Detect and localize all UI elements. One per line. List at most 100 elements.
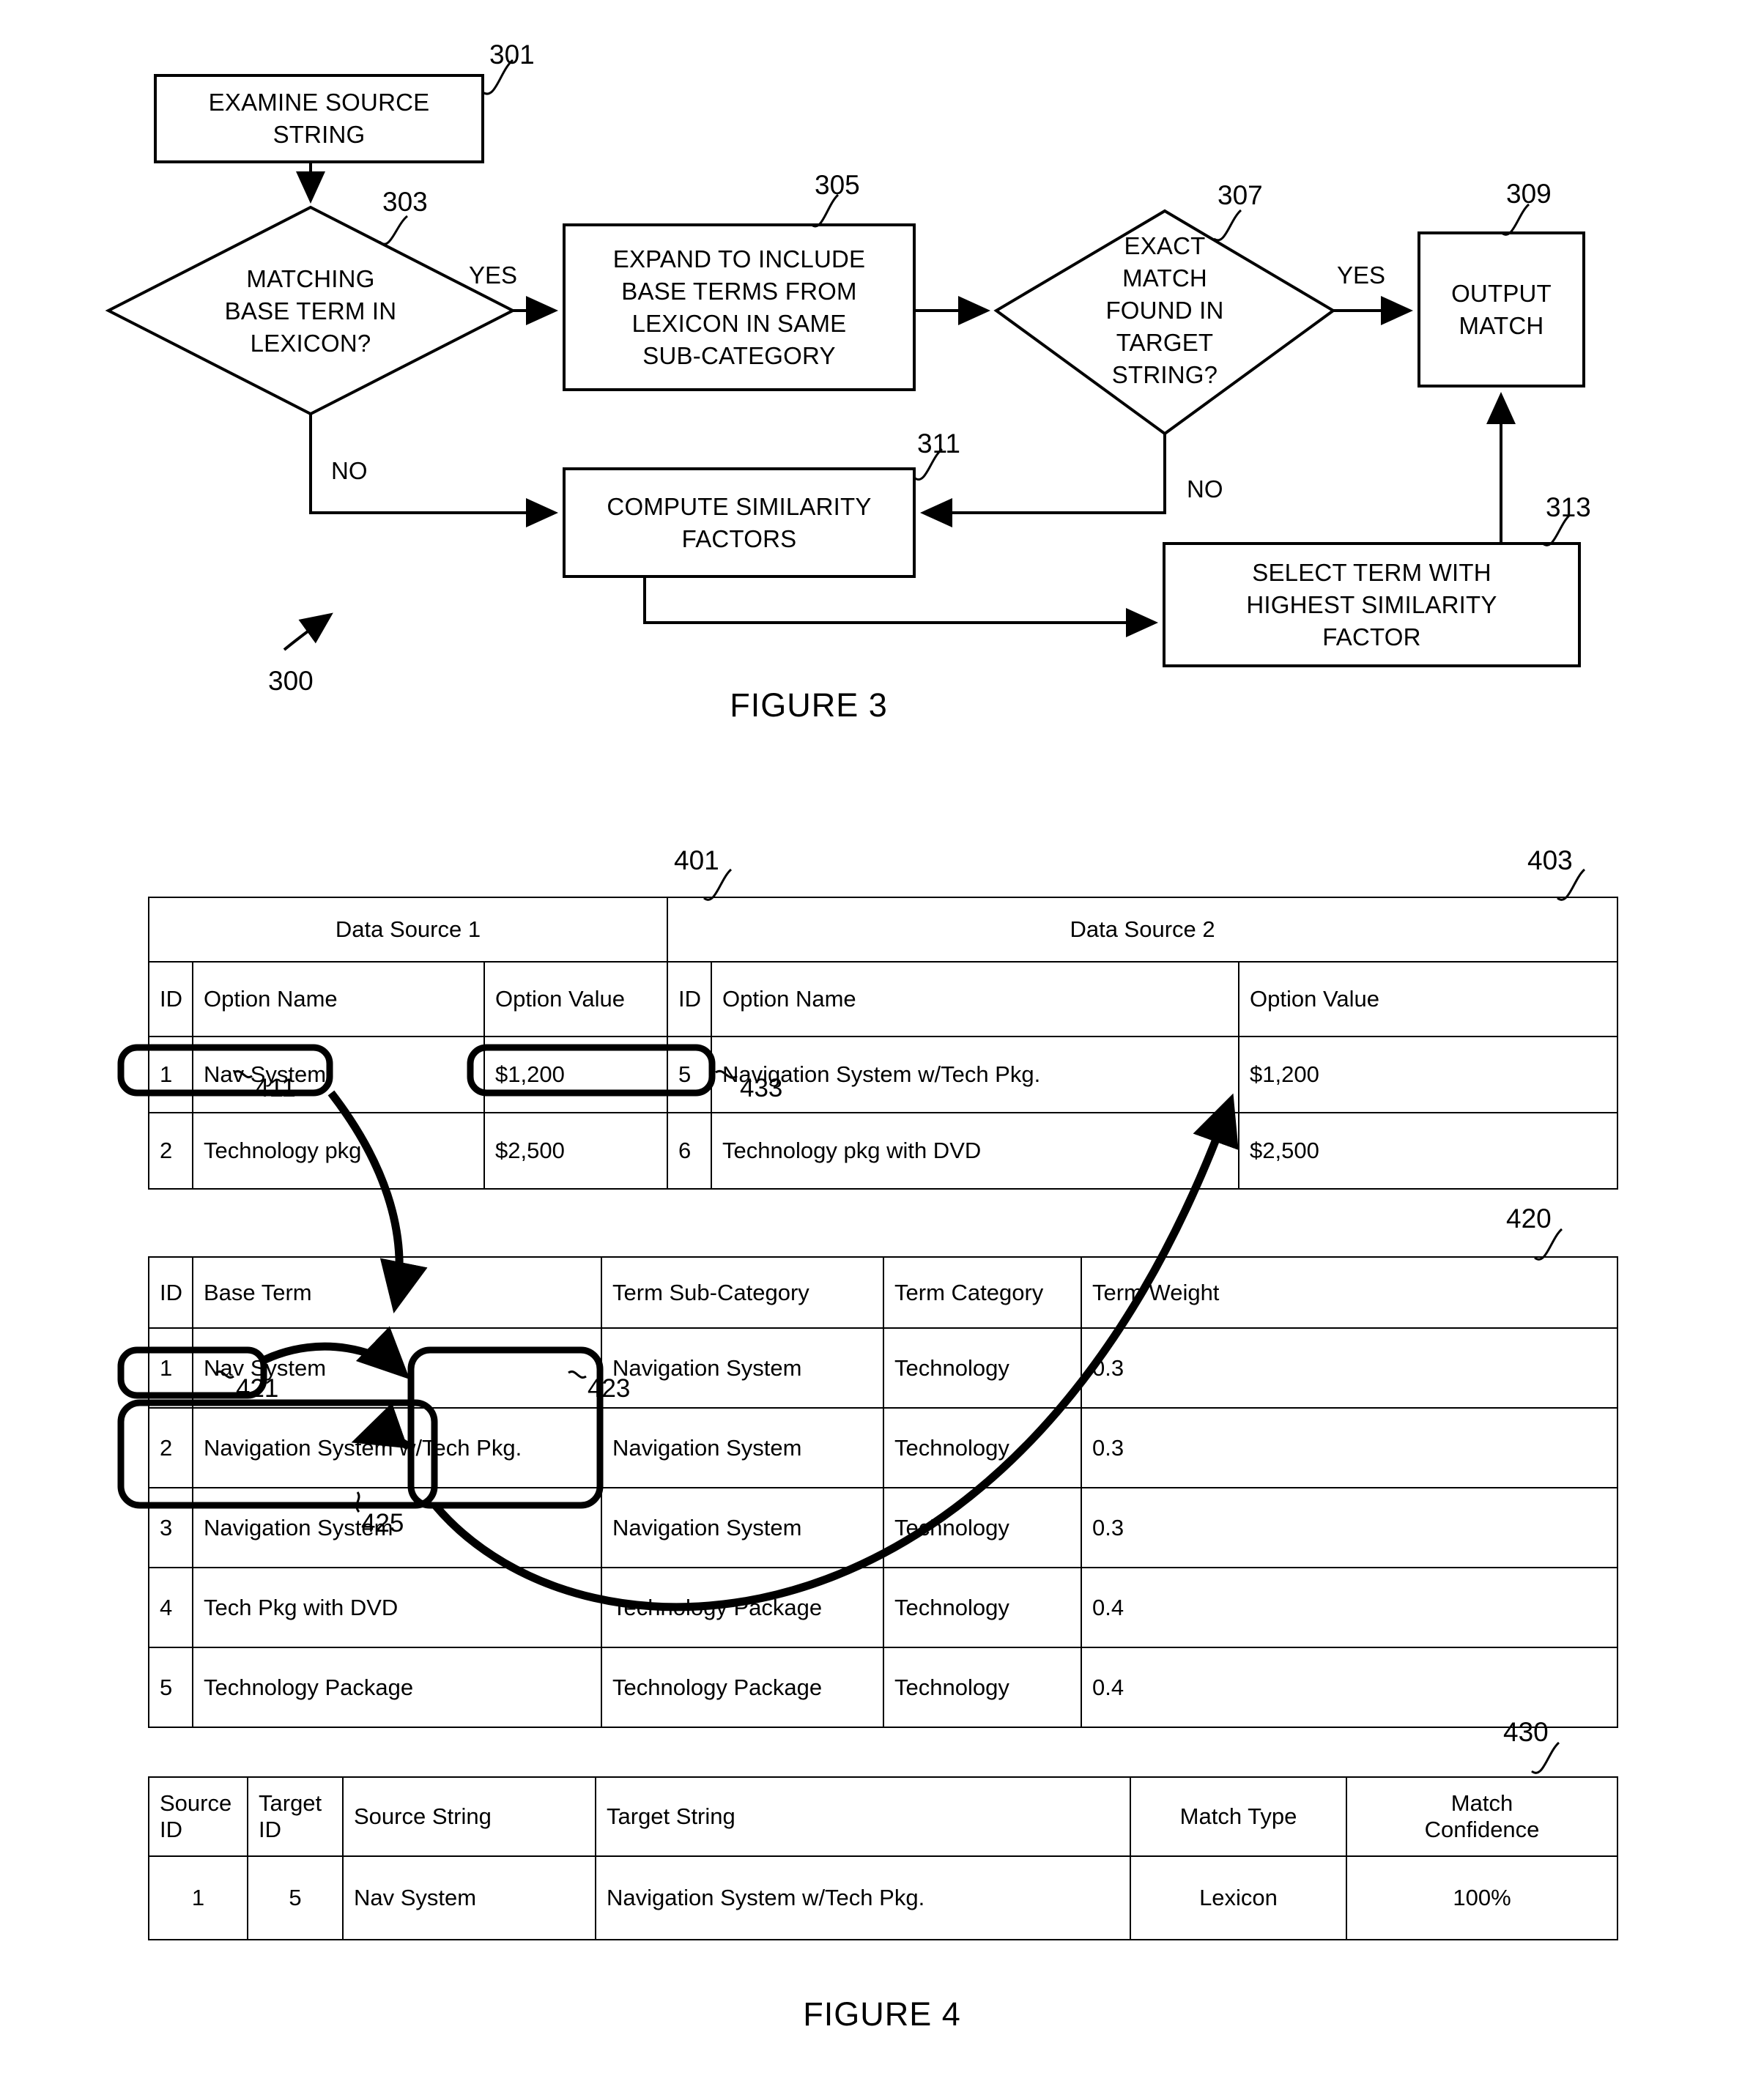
cell-target-id: 5 <box>247 1855 344 1940</box>
ref-numeral-301: 301 <box>489 40 535 70</box>
ref-numeral-309: 309 <box>1506 179 1552 209</box>
col-header-ds2-option-name: Option Name <box>711 961 1240 1037</box>
match-column-header-row: Source ID Target ID Source String Target… <box>148 1776 1618 1857</box>
match-result-table: Source ID Target ID Source String Target… <box>148 1776 1618 1940</box>
cell-base-term: Navigation System w/Tech Pkg. <box>192 1407 602 1488</box>
table-row: 2 Navigation System w/Tech Pkg. Navigati… <box>148 1407 1618 1488</box>
cell-term-category: Technology <box>883 1327 1082 1409</box>
ref-numeral-311: 311 <box>917 429 960 459</box>
col-header-term-sub-category: Term Sub-Category <box>601 1256 884 1329</box>
table-row: 2 Technology pkg $2,500 6 Technology pkg… <box>148 1112 1619 1190</box>
cell-ds2-option-value: $2,500 <box>1238 1112 1619 1190</box>
ref-numeral-401: 401 <box>674 845 719 875</box>
edge-label-yes-303: YES <box>469 262 518 289</box>
cell-ds1-option-name: Technology pkg <box>192 1112 485 1190</box>
data-source-group-header-row: Data Source 1 Data Source 2 <box>147 897 1619 963</box>
flow-node-301-label: EXAMINE SOURCE STRING <box>208 89 430 148</box>
data-source-column-header-row: ID Option Name Option Value ID Option Na… <box>148 961 1619 1037</box>
cell-lex-id: 2 <box>148 1407 193 1488</box>
col-header-match-confidence: Match Confidence <box>1346 1776 1618 1857</box>
col-header-ds1-option-value: Option Value <box>483 961 669 1037</box>
col-header-match-type: Match Type <box>1130 1776 1347 1857</box>
edge-label-no-303: NO <box>331 457 368 484</box>
cell-lex-id: 4 <box>148 1567 193 1648</box>
col-header-target-id: Target ID <box>247 1776 344 1857</box>
cell-term-weight: 0.4 <box>1081 1647 1618 1728</box>
cell-match-confidence: 100% <box>1346 1855 1618 1940</box>
ref-numeral-420: 420 <box>1506 1204 1552 1234</box>
cell-ds2-id: 6 <box>667 1112 713 1190</box>
cell-lex-id: 1 <box>148 1327 193 1409</box>
connector-307-311 <box>920 434 1166 527</box>
connector-311-313 <box>643 576 1158 637</box>
col-header-source-string: Source String <box>342 1776 596 1857</box>
group-header-data-source-1: Data Source 1 <box>147 897 669 963</box>
cell-source-id: 1 <box>148 1855 248 1940</box>
ref-numeral-403: 403 <box>1527 845 1573 875</box>
cell-term-category: Technology <box>883 1567 1082 1648</box>
edge-label-no-307: NO <box>1187 475 1223 503</box>
col-header-ds2-option-value: Option Value <box>1238 961 1619 1037</box>
col-header-ds1-id: ID <box>148 961 193 1037</box>
leader-309 <box>1501 203 1530 236</box>
cell-term-category: Technology <box>883 1487 1082 1568</box>
col-header-term-category: Term Category <box>883 1256 1082 1329</box>
cell-term-sub-category: Navigation System <box>601 1327 884 1409</box>
cell-lex-id: 3 <box>148 1487 193 1568</box>
cell-ds2-option-value: $1,200 <box>1238 1036 1619 1113</box>
ref-numeral-303: 303 <box>382 187 428 217</box>
figure-4-caption: FIGURE 4 <box>803 1995 961 2033</box>
flow-node-307-label: EXACT MATCH FOUND IN TARGET STRING? <box>1105 232 1224 388</box>
cell-ds1-id: 2 <box>148 1112 193 1190</box>
edge-label-yes-307: YES <box>1337 262 1386 289</box>
ref-numeral-305: 305 <box>815 170 860 200</box>
figure-3-caption: FIGURE 3 <box>730 686 888 724</box>
cell-base-term: Technology Package <box>192 1647 602 1728</box>
cell-ds1-option-value: $2,500 <box>483 1112 669 1190</box>
flow-node-311-label: COMPUTE SIMILARITY FACTORS <box>607 492 872 552</box>
cell-term-sub-category: Technology Package <box>601 1567 884 1648</box>
leader-303 <box>378 215 409 245</box>
cell-term-weight: 0.3 <box>1081 1407 1618 1488</box>
patent-drawing-sheet: EXAMINE SOURCE STRING MATCHING BASE TERM… <box>0 0 1764 2073</box>
cell-term-sub-category: Navigation System <box>601 1407 884 1488</box>
cell-term-weight: 0.3 <box>1081 1327 1618 1409</box>
cell-base-term: Tech Pkg with DVD <box>192 1567 602 1648</box>
col-header-lex-id: ID <box>148 1256 193 1329</box>
leader-430 <box>1531 1741 1560 1774</box>
cell-ds2-option-name: Technology pkg with DVD <box>711 1112 1240 1190</box>
cell-base-term: Nav System <box>192 1327 602 1409</box>
ref-numeral-300: 300 <box>268 666 314 696</box>
col-header-base-term: Base Term <box>192 1256 602 1329</box>
cell-target-string: Navigation System w/Tech Pkg. <box>595 1855 1131 1940</box>
cell-ds1-id: 1 <box>148 1036 193 1113</box>
table-row: 1 5 Nav System Navigation System w/Tech … <box>148 1855 1618 1940</box>
table-row: 4 Tech Pkg with DVD Technology Package T… <box>148 1567 1618 1648</box>
leader-300 <box>283 612 333 651</box>
col-header-source-id: Source ID <box>148 1776 248 1857</box>
leader-420 <box>1534 1228 1563 1261</box>
flow-node-305-label: EXPAND TO INCLUDE BASE TERMS FROM LEXICO… <box>612 245 866 369</box>
cell-term-weight: 0.4 <box>1081 1567 1618 1648</box>
table-row: 1 Nav System $1,200 5 Navigation System … <box>148 1036 1619 1113</box>
cell-ds2-id: 5 <box>667 1036 713 1113</box>
cell-source-string: Nav System <box>342 1855 596 1940</box>
cell-ds1-option-name: Nav System <box>192 1036 485 1113</box>
flow-node-313-label: SELECT TERM WITH HIGHEST SIMILARITY FACT… <box>1246 558 1497 650</box>
group-header-data-source-2: Data Source 2 <box>667 897 1619 963</box>
data-source-table: Data Source 1 Data Source 2 ID Option Na… <box>147 897 1619 1190</box>
ref-numeral-313: 313 <box>1546 492 1591 522</box>
cell-lex-id: 5 <box>148 1647 193 1728</box>
cell-ds1-option-value: $1,200 <box>483 1036 669 1113</box>
col-header-term-weight: Term Weight <box>1081 1256 1618 1329</box>
table-row: 5 Technology Package Technology Package … <box>148 1647 1618 1728</box>
flow-node-303-label: MATCHING BASE TERM IN LEXICON? <box>224 265 397 357</box>
cell-term-category: Technology <box>883 1407 1082 1488</box>
col-header-target-string: Target String <box>595 1776 1131 1857</box>
cell-term-category: Technology <box>883 1647 1082 1728</box>
table-row: 1 Nav System Navigation System Technolog… <box>148 1327 1618 1409</box>
col-header-ds2-id: ID <box>667 961 713 1037</box>
col-header-ds1-option-name: Option Name <box>192 961 485 1037</box>
cell-term-sub-category: Navigation System <box>601 1487 884 1568</box>
lexicon-table: ID Base Term Term Sub-Category Term Cate… <box>148 1256 1618 1728</box>
